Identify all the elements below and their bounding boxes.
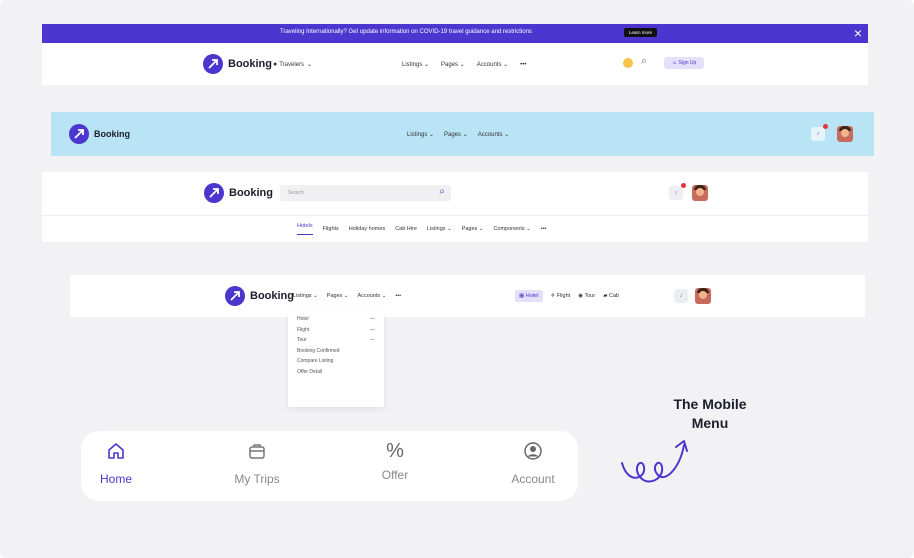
nav-listings[interactable]: Listings ⌄ xyxy=(293,293,318,299)
nav-pages[interactable]: Pages ⌄ xyxy=(327,293,349,299)
percent-icon: % xyxy=(386,440,404,462)
dropdown-item-booking-confirmed[interactable]: Booking Confirmed xyxy=(297,346,375,357)
avatar[interactable] xyxy=(692,185,708,201)
nav-pages[interactable]: Pages ⌄ xyxy=(441,61,465,68)
brand-name: Booking xyxy=(228,58,272,70)
nav-pages[interactable]: Pages ⌄ xyxy=(444,131,468,138)
nav-more[interactable]: ••• xyxy=(395,293,401,299)
travelers-menu[interactable]: ● Travelers ⌄ xyxy=(273,61,312,68)
theme-toggle-icon[interactable] xyxy=(623,58,633,68)
tab-label: Offer xyxy=(381,468,409,482)
nav-listings[interactable]: Listings ⌄ xyxy=(402,61,429,68)
learn-more-button[interactable]: Learn more xyxy=(624,28,658,37)
search-icon[interactable]: ⌕ xyxy=(439,186,445,197)
nav-accounts[interactable]: Accounts ⌄ xyxy=(477,61,508,68)
navbar-v3: Booking Search ⌕ ♪ Hotels Flights Holida… xyxy=(42,172,868,242)
quick-flight[interactable]: ✈ Flight xyxy=(551,293,571,299)
brand-name: Booking xyxy=(229,187,273,199)
brand-mark-icon xyxy=(203,54,223,74)
tab-account[interactable]: Account xyxy=(478,441,588,486)
dropdown-item-hotel[interactable]: Hotel — xyxy=(297,314,375,325)
bell-icon: ♪ xyxy=(674,190,678,196)
showcase-canvas: Traveling Internationally? Get update in… xyxy=(0,0,914,558)
tab-label: My Trips xyxy=(234,472,280,486)
dropdown-item-offer-detail[interactable]: Offer Detail xyxy=(297,367,375,378)
squiggle-arrow-icon xyxy=(621,440,688,483)
search-input[interactable]: Search ⌕ xyxy=(280,185,451,201)
bell-icon: ♪ xyxy=(679,293,683,299)
briefcase-icon xyxy=(249,444,265,459)
main-nav-v4: Listings ⌄ Pages ⌄ Accounts ⌄ ••• xyxy=(293,293,401,299)
nav-listings[interactable]: Listings ⌄ xyxy=(407,131,434,138)
notification-button[interactable]: ♪ xyxy=(674,289,688,303)
main-nav-v1: Listings ⌄ Pages ⌄ Accounts ⌄ ••• xyxy=(402,61,526,69)
brand-name: Booking xyxy=(94,129,130,139)
banner-close-icon[interactable]: × xyxy=(854,25,862,41)
navbar-v1: Booking ● Travelers ⌄ Listings ⌄ Pages ⌄… xyxy=(42,43,868,85)
brand-logo[interactable]: Booking xyxy=(69,124,130,144)
nav-more[interactable]: ••• xyxy=(520,62,526,68)
sub-nav: Hotels Flights Holiday homes Cab Hire Li… xyxy=(297,223,547,235)
home-icon xyxy=(108,443,124,459)
brand-logo[interactable]: Booking xyxy=(203,54,272,74)
globe-icon: ● xyxy=(273,61,278,68)
notification-button[interactable]: ♪ xyxy=(811,127,825,141)
dropdown-item-compare-listing[interactable]: Compare Listing xyxy=(297,356,375,367)
bell-icon: ♪ xyxy=(816,131,820,137)
search-placeholder: Search xyxy=(288,190,304,196)
avatar[interactable] xyxy=(837,126,853,142)
quick-tour[interactable]: ◉ Tour xyxy=(578,293,595,299)
brand-mark-icon xyxy=(69,124,89,144)
divider xyxy=(42,215,868,216)
brand-name: Booking xyxy=(250,290,294,302)
avatar[interactable] xyxy=(695,288,711,304)
subnav-holiday-homes[interactable]: Holiday homes xyxy=(349,226,385,232)
subnav-listings[interactable]: Listings ⌄ xyxy=(427,226,452,232)
search-icon[interactable]: ⌕ xyxy=(641,55,647,68)
subnav-hotels[interactable]: Hotels xyxy=(297,223,313,235)
tab-offer[interactable]: % Offer xyxy=(340,441,450,482)
notification-button[interactable]: ♪ xyxy=(669,186,683,200)
quick-hotel[interactable]: ▦ Hotel xyxy=(515,290,543,302)
user-circle-icon xyxy=(524,442,542,460)
navbar-v4: Booking Listings ⌄ Pages ⌄ Accounts ⌄ ••… xyxy=(70,275,865,317)
nav-accounts[interactable]: Accounts ⌄ xyxy=(358,293,387,299)
mobile-menu-caption: The Mobile Menu xyxy=(673,396,747,431)
subnav-flights[interactable]: Flights xyxy=(323,226,339,232)
dropdown-item-tour[interactable]: Tour — xyxy=(297,335,375,346)
nav-accounts[interactable]: Accounts ⌄ xyxy=(478,131,509,138)
travelers-label: Travelers xyxy=(279,61,305,68)
tab-label: Home xyxy=(99,472,132,486)
tab-label: Account xyxy=(511,472,555,486)
brand-mark-icon xyxy=(204,183,224,203)
promo-banner: Traveling Internationally? Get update in… xyxy=(42,24,868,43)
subnav-cab-hire[interactable]: Cab Hire xyxy=(395,226,417,232)
subnav-pages[interactable]: Pages ⌄ xyxy=(462,226,484,232)
dropdown-item-flight[interactable]: Flight — xyxy=(297,325,375,336)
chevron-down-icon: ⌄ xyxy=(307,62,313,68)
quick-links: ▦ Hotel ✈ Flight ◉ Tour ▰ Cab xyxy=(515,290,619,302)
subnav-components[interactable]: Components ⌄ xyxy=(493,226,530,232)
brand-logo[interactable]: Booking xyxy=(225,286,294,306)
notification-dot xyxy=(823,124,828,129)
listings-dropdown: Hotel — Flight — Tour — Booking Confirmed C… xyxy=(288,311,384,407)
brand-mark-icon xyxy=(225,286,245,306)
subnav-more[interactable]: ••• xyxy=(541,226,547,232)
notification-dot xyxy=(681,183,686,188)
signup-button[interactable]: ☺ Sign Up xyxy=(664,57,705,69)
banner-text: Traveling Internationally? Get update in… xyxy=(280,29,532,35)
navbar-v2: Booking Listings ⌄ Pages ⌄ Accounts ⌄ ♪ xyxy=(51,112,874,156)
tab-my-trips[interactable]: My Trips xyxy=(202,441,312,486)
brand-logo[interactable]: Booking xyxy=(204,183,273,203)
quick-cab[interactable]: ▰ Cab xyxy=(603,293,619,299)
mobile-tab-bar: Home My Trips % Offer Account xyxy=(81,431,578,501)
tab-home[interactable]: Home xyxy=(61,441,171,486)
main-nav-v2: Listings ⌄ Pages ⌄ Accounts ⌄ xyxy=(407,131,509,138)
